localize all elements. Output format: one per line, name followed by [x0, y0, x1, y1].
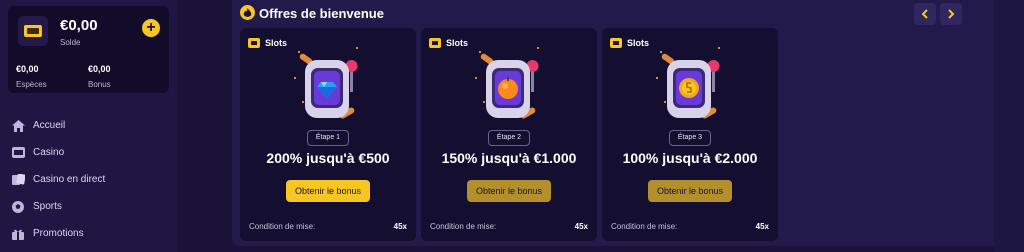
- wager-condition-value: 45x: [393, 222, 407, 231]
- offer-card: Slots Étape 3 100% jusqu'à €2.000 Obteni…: [602, 28, 778, 241]
- sidebar-item-label: Promotions: [33, 228, 84, 239]
- step-badge: Étape 2: [488, 130, 530, 146]
- wager-condition-value: 45x: [755, 222, 769, 231]
- wallet-balance: €0,00: [60, 17, 98, 34]
- wallet-panel: €0,00 Solde + €0,00 Espèces €0,00 Bonus: [8, 6, 169, 93]
- offer-amount: 200% jusqu'à €500: [266, 150, 390, 166]
- offer-card: Slots Étape 2 150% jusqu'à €1.000 Obteni…: [421, 28, 597, 241]
- sidebar-item-label: Accueil: [33, 120, 66, 131]
- step-badge: Étape 3: [669, 130, 711, 146]
- sidebar: €0,00 Solde + €0,00 Espèces €0,00 Bonus …: [0, 0, 177, 252]
- cash-label: Espèces: [16, 80, 47, 89]
- sidebar-item-promotions[interactable]: Promotions: [8, 220, 170, 247]
- bonus-label: Bonus: [88, 80, 111, 89]
- casino-icon: [10, 145, 26, 161]
- ball-icon: [10, 199, 26, 215]
- cards-icon: [10, 172, 26, 188]
- card-tag: Slots: [610, 38, 649, 48]
- card-tag-label: Slots: [265, 38, 288, 48]
- wallet-icon: [18, 16, 48, 46]
- wager-condition-label: Condition de mise:: [249, 222, 316, 231]
- offer-amount: 150% jusqu'à €1.000: [441, 150, 577, 166]
- flame-icon: [240, 5, 255, 20]
- slot-machine-diamond-icon: [294, 47, 358, 119]
- get-bonus-button[interactable]: Obtenir le bonus: [286, 180, 370, 202]
- chevron-right-icon: [948, 9, 955, 19]
- sidebar-item-label: Sports: [33, 201, 62, 212]
- card-tag: Slots: [248, 38, 287, 48]
- card-tag-label: Slots: [446, 38, 469, 48]
- carousel-prev-button[interactable]: [914, 3, 936, 25]
- slots-icon: [429, 38, 441, 48]
- slots-icon: [610, 38, 622, 48]
- deposit-button[interactable]: +: [142, 19, 160, 37]
- wager-condition-label: Condition de mise:: [430, 222, 497, 231]
- sidebar-nav: Accueil Casino Casino en direct Sports P…: [8, 112, 170, 247]
- card-tag-label: Slots: [627, 38, 650, 48]
- home-icon: [10, 118, 26, 134]
- step-badge: Étape 1: [307, 130, 349, 146]
- section-title: Offres de bienvenue: [259, 6, 384, 21]
- get-bonus-button[interactable]: Obtenir le bonus: [648, 180, 732, 202]
- wager-condition-label: Condition de mise:: [611, 222, 678, 231]
- slots-icon: [248, 38, 260, 48]
- slot-machine-coin-icon: [656, 47, 720, 119]
- slot-machine-orange-icon: [475, 47, 539, 119]
- wager-condition-value: 45x: [574, 222, 588, 231]
- chevron-left-icon: [921, 9, 928, 19]
- bonus-value: €0,00: [88, 64, 111, 74]
- sidebar-item-label: Casino en direct: [33, 174, 106, 185]
- cash-value: €0,00: [16, 64, 39, 74]
- offer-amount: 100% jusqu'à €2.000: [622, 150, 758, 166]
- sidebar-item-casino[interactable]: Casino: [8, 139, 170, 166]
- sidebar-item-accueil[interactable]: Accueil: [8, 112, 170, 139]
- offer-card: Slots Étape 1 200% jusqu'à €500 Obtenir …: [240, 28, 416, 241]
- gutter-right: [994, 0, 1024, 252]
- sidebar-item-sports[interactable]: Sports: [8, 193, 170, 220]
- get-bonus-button[interactable]: Obtenir le bonus: [467, 180, 551, 202]
- sidebar-item-casino-en-direct[interactable]: Casino en direct: [8, 166, 170, 193]
- gift-icon: [10, 226, 26, 242]
- carousel-next-button[interactable]: [940, 3, 962, 25]
- gutter-left: [177, 0, 232, 252]
- sidebar-item-label: Casino: [33, 147, 65, 158]
- wallet-balance-label: Solde: [60, 38, 81, 47]
- card-tag: Slots: [429, 38, 468, 48]
